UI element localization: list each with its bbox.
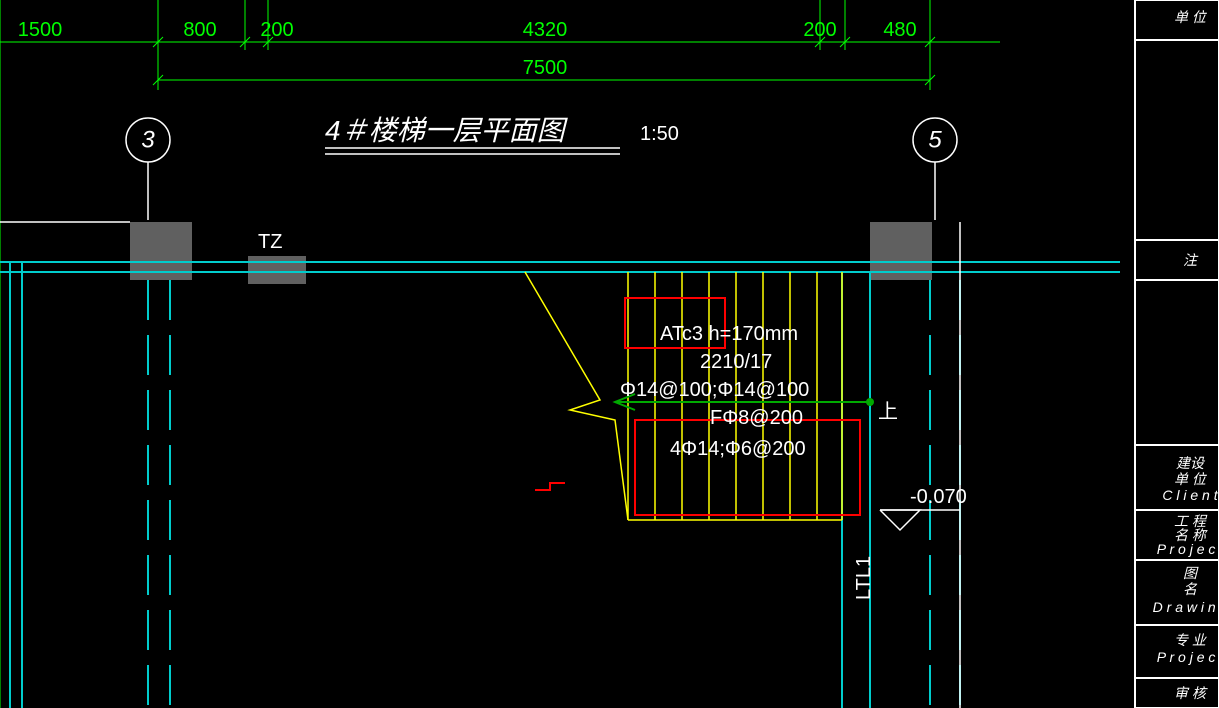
highlight-box-2 — [635, 420, 860, 515]
dim-480: 480 — [883, 19, 916, 41]
svg-text:Φ14@100;Φ14@100: Φ14@100;Φ14@100 — [620, 379, 809, 401]
tb-row-5-b: P r o j e c t — [1157, 649, 1219, 665]
title-text: 4＃楼梯一层平面图 — [325, 115, 569, 146]
title-block: 单 位 注 建设 单 位 C l i e n t 工 程 名 称 P r o j… — [1135, 0, 1219, 708]
svg-text:4Φ14;Φ6@200: 4Φ14;Φ6@200 — [670, 438, 806, 460]
tb-row-2-b: 单 位 — [1174, 471, 1208, 487]
tb-row-2-a: 建设 — [1176, 455, 1206, 471]
grid-bubble-3: 3 — [126, 118, 170, 220]
dim-7500: 7500 — [523, 57, 568, 79]
tb-row-0: 单 位 — [1174, 9, 1208, 25]
svg-text:FΦ8@200: FΦ8@200 — [710, 407, 803, 429]
column-tz — [248, 256, 306, 284]
dim-800: 800 — [183, 19, 216, 41]
svg-text:ATc3 h=170mm: ATc3 h=170mm — [660, 323, 798, 345]
scale-text: 1:50 — [640, 123, 679, 145]
up-label: 上 — [878, 400, 898, 423]
tb-row-5-a: 专 业 — [1174, 632, 1207, 648]
svg-text:2210/17: 2210/17 — [700, 351, 772, 373]
tz-label: TZ — [258, 231, 282, 253]
dimension-group: 1500 800 200 4320 200 480 7500 — [0, 0, 1000, 708]
dim-1500: 1500 — [18, 19, 63, 41]
tb-row-2-c: C l i e n t — [1162, 487, 1218, 503]
tb-row-6: 审 核 — [1174, 685, 1208, 701]
tb-row-4-a: 图 — [1183, 565, 1199, 581]
svg-text:5: 5 — [928, 127, 942, 154]
dim-200a: 200 — [260, 19, 293, 41]
tb-row-3-c: P r o j e c t — [1157, 541, 1219, 557]
svg-text:-0.070: -0.070 — [910, 486, 967, 508]
tb-row-4-b: 名 — [1183, 581, 1198, 597]
tb-row-4-c: D r a w i n g — [1153, 599, 1219, 615]
dim-4320: 4320 — [523, 19, 568, 41]
cad-canvas[interactable]: 1500 800 200 4320 200 480 7500 4＃楼梯一层平面图… — [0, 0, 1219, 708]
svg-text:3: 3 — [141, 127, 155, 154]
drawing-title: 4＃楼梯一层平面图 1:50 — [325, 115, 679, 154]
elevation-marker: -0.070 — [880, 486, 967, 530]
stair-annotations: ATc3 h=170mm 2210/17 Φ14@100;Φ14@100 FΦ8… — [620, 323, 898, 460]
grid-bubble-5: 5 — [913, 118, 957, 220]
dim-200b: 200 — [803, 19, 836, 41]
ltl1-label: LTL1 — [853, 556, 875, 600]
section-mark — [535, 483, 565, 490]
tb-row-1: 注 — [1183, 252, 1199, 268]
